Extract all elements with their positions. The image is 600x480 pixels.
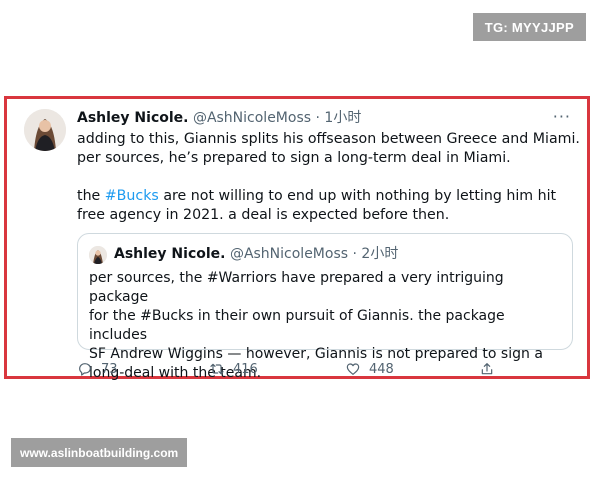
heart-icon (346, 363, 360, 375)
tweet-line: per sources, he’s prepared to sign a lon… (77, 150, 511, 166)
author-handle[interactable]: @AshNicoleMoss (193, 110, 311, 126)
retweet-icon (210, 363, 224, 375)
like-count: 448 (369, 361, 394, 377)
like-button[interactable]: 448 (345, 361, 394, 377)
tweet-time[interactable]: 1小时 (324, 110, 361, 126)
tweet-line: free agency in 2021. a deal is expected … (77, 207, 450, 223)
tweet-header: Ashley Nicole. @AshNicoleMoss · 1小时 (77, 109, 361, 127)
site-watermark: www.aslinboatbuilding.com (11, 438, 188, 467)
avatar-small (89, 246, 107, 264)
quoted-tweet[interactable]: Ashley Nicole. @AshNicoleMoss · 2小时 per … (77, 233, 573, 381)
reply-button[interactable]: 73 (77, 361, 118, 377)
text-fragment: are not willing to end up with nothing b… (158, 188, 557, 204)
share-button[interactable] (479, 361, 495, 377)
avatar-photo (24, 109, 66, 151)
retweet-count: 416 (233, 361, 258, 377)
tweet-body: adding to this, Giannis splits his offse… (77, 130, 587, 225)
share-icon (481, 363, 493, 375)
tweet-card: Ashley Nicole. @AshNicoleMoss · 1小时 ··· … (4, 96, 590, 381)
quoted-author-handle: @AshNicoleMoss (229, 246, 349, 262)
author-name[interactable]: Ashley Nicole. (77, 110, 188, 126)
avatar-photo (89, 246, 107, 264)
separator-dot: · (315, 110, 320, 126)
reply-count: 73 (101, 361, 118, 377)
hashtag-link[interactable]: #Bucks (105, 188, 159, 204)
tweet-line: the #Bucks are not willing to end up wit… (77, 187, 587, 206)
quoted-author-name: Ashley Nicole. (114, 246, 226, 262)
quoted-time: 2小时 (361, 246, 399, 262)
separator-dot: · (352, 246, 357, 262)
quoted-line: for the #Bucks in their own pursuit of G… (89, 308, 505, 343)
quoted-line: per sources, the #Warriors have prepared… (89, 270, 504, 305)
reply-icon (79, 363, 91, 376)
tweet-line: adding to this, Giannis splits his offse… (77, 131, 580, 147)
retweet-button[interactable]: 416 (209, 361, 258, 377)
more-options-icon[interactable]: ··· (553, 107, 571, 126)
action-bar: 73 416 448 (77, 361, 497, 379)
avatar[interactable] (24, 109, 66, 151)
telegram-watermark: TG: MYYJJPP (472, 13, 586, 41)
text-fragment: the (77, 188, 105, 204)
quoted-header: Ashley Nicole. @AshNicoleMoss · 2小时 (114, 245, 398, 263)
